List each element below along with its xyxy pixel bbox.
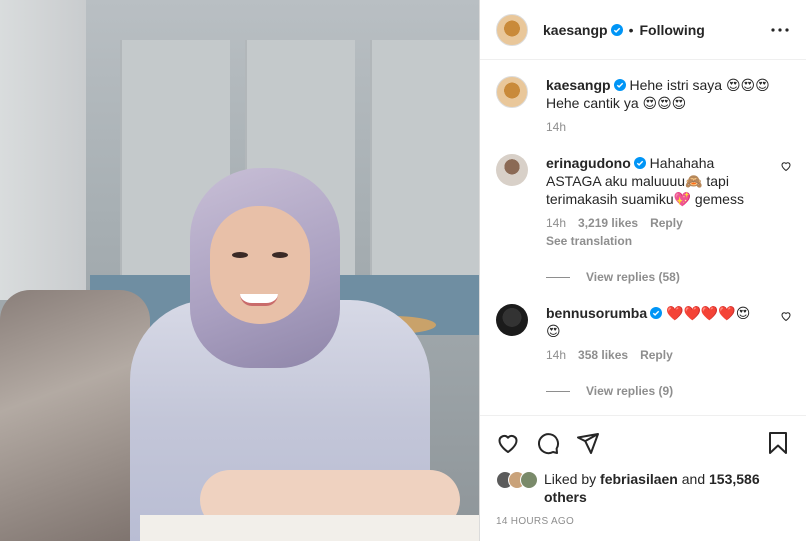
like-count[interactable]: 3,219 likes: [578, 216, 638, 230]
divider: [546, 276, 570, 278]
comment-username[interactable]: erinagudono: [546, 155, 631, 171]
caption: kaesangp Hehe istri saya 😍😍😍 Hehe cantik…: [496, 76, 792, 134]
comments-list: kaesangp Hehe istri saya 😍😍😍 Hehe cantik…: [480, 60, 806, 415]
view-replies-button[interactable]: View replies (9): [546, 384, 792, 398]
comment-meta: 14h 3,219 likes Reply: [546, 216, 772, 230]
liked-by: Liked by febriasilaen and 153,586 others: [496, 470, 790, 506]
post-author-username[interactable]: kaesangp: [543, 22, 608, 38]
liked-by-text: Liked by febriasilaen and 153,586 others: [544, 470, 760, 506]
comment-icon[interactable]: [536, 431, 560, 455]
comment-text: bennusorumba ❤️❤️❤️❤️😍 😍: [546, 304, 772, 340]
timestamp[interactable]: 14h: [546, 348, 566, 362]
photo-panel: [370, 40, 479, 280]
post-header: kaesangp • Following: [480, 0, 806, 60]
bookmark-icon[interactable]: [766, 431, 790, 455]
reply-button[interactable]: Reply: [650, 216, 683, 230]
following-button[interactable]: Following: [640, 22, 705, 38]
comment-meta: 14h 358 likes Reply: [546, 348, 772, 362]
comment-line: ❤️❤️❤️❤️😍: [666, 305, 751, 321]
view-replies-button[interactable]: View replies (58): [546, 270, 792, 284]
avatar[interactable]: [496, 154, 528, 186]
verified-icon: [610, 23, 623, 36]
comment-text: erinagudono Hahahaha ASTAGA aku maluuuu🙈…: [546, 154, 772, 208]
timestamp[interactable]: 14h: [546, 216, 566, 230]
post-actions: Liked by febriasilaen and 153,586 others…: [480, 415, 806, 527]
list-item: bennusorumba ❤️❤️❤️❤️😍 😍 14h 358 likes R…: [496, 304, 792, 362]
caption-line: Hehe istri saya 😍😍😍: [629, 77, 770, 93]
caption-username[interactable]: kaesangp: [546, 77, 611, 93]
caption-line: Hehe cantik ya 😍😍😍: [546, 95, 687, 111]
photo-eye: [232, 252, 248, 258]
post-sidebar: kaesangp • Following kaesangp Hehe istri…: [479, 0, 806, 541]
comment-username[interactable]: bennusorumba: [546, 305, 647, 321]
heart-icon[interactable]: [496, 431, 520, 455]
more-options-button[interactable]: [768, 18, 792, 42]
verified-icon: [633, 157, 646, 169]
liked-by-avatars[interactable]: [496, 471, 538, 489]
photo-eye: [272, 252, 288, 258]
timestamp[interactable]: 14h: [546, 120, 566, 134]
photo-chair: [0, 290, 150, 541]
liked-by-prefix: Liked by: [544, 471, 597, 487]
avatar[interactable]: [496, 76, 528, 108]
comment-line: terimakasih suamiku💖 gemess: [546, 191, 744, 207]
photo-wall: [0, 0, 86, 300]
comment-line: 😍: [546, 323, 561, 339]
verified-icon: [650, 307, 663, 319]
heart-icon[interactable]: [780, 310, 792, 322]
caption-text: kaesangp Hehe istri saya 😍😍😍 Hehe cantik…: [546, 76, 772, 112]
view-replies-label: View replies (9): [586, 384, 674, 398]
divider: [546, 390, 570, 392]
caption-meta: 14h: [546, 120, 772, 134]
likes-count[interactable]: 153,586: [709, 471, 760, 487]
comment-line: Hahahaha: [649, 155, 715, 171]
verified-icon: [613, 79, 626, 91]
share-icon[interactable]: [576, 431, 600, 455]
like-count[interactable]: 358 likes: [578, 348, 628, 362]
see-translation-button[interactable]: See translation: [546, 234, 772, 248]
avatar: [520, 471, 538, 489]
heart-icon[interactable]: [780, 160, 792, 172]
reply-button[interactable]: Reply: [640, 348, 673, 362]
more-icon: [771, 27, 789, 32]
avatar[interactable]: [496, 304, 528, 336]
separator-dot: •: [628, 21, 634, 38]
likes-others[interactable]: others: [544, 489, 587, 505]
action-bar: [496, 416, 790, 470]
liked-by-user[interactable]: febriasilaen: [600, 471, 678, 487]
comment-line: ASTAGA aku maluuuu🙈 tapi: [546, 173, 729, 189]
avatar[interactable]: [496, 13, 528, 46]
list-item: erinagudono Hahahaha ASTAGA aku maluuuu🙈…: [496, 154, 792, 248]
photo-smile: [240, 294, 278, 306]
view-replies-label: View replies (58): [586, 270, 680, 284]
photo-table: [140, 515, 479, 541]
post-photo[interactable]: [0, 0, 479, 541]
photo-face: [210, 206, 310, 324]
liked-by-and: and: [681, 471, 706, 487]
post-timestamp[interactable]: 14 HOURS AGO: [496, 516, 790, 527]
